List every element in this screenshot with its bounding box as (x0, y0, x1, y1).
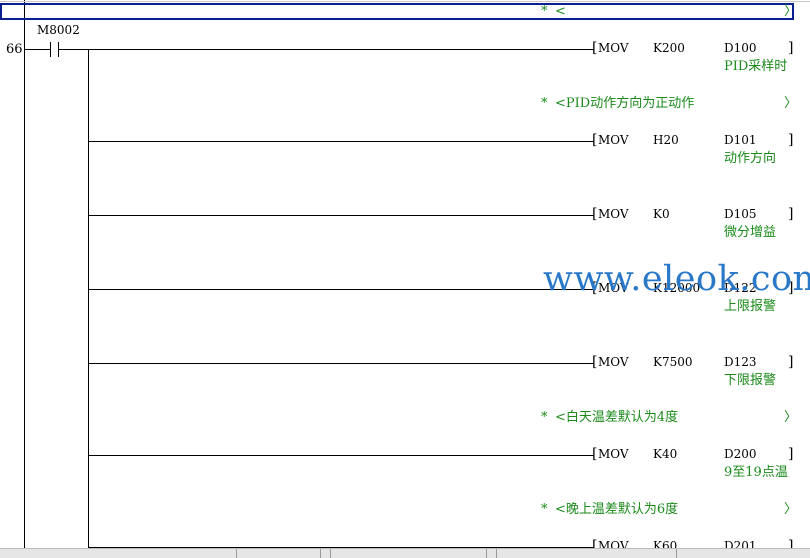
rung-comment-text: <白天温差默认为4度 (555, 410, 679, 425)
instruction-open-bracket: [ (592, 446, 598, 462)
instruction-dest: D200 (724, 447, 757, 461)
instruction-dest: D101 (724, 133, 757, 147)
contact-label: M8002 (37, 23, 80, 37)
contact-to-branch-wire (58, 49, 88, 50)
watermark: www.eleok.com (543, 259, 810, 299)
rung-comment-arrow-icon: 〉 (784, 410, 798, 425)
rung-comment-text: <晚上温差默认为6度 (555, 502, 679, 517)
instruction-op[interactable]: MOV (598, 133, 629, 148)
instruction-dest: D100 (724, 41, 757, 55)
instruction-source: K40 (653, 447, 678, 461)
rung-comment-arrow-icon: 〉 (784, 502, 798, 517)
top-comment-text: < (555, 4, 566, 19)
instruction-op[interactable]: MOV (598, 41, 629, 56)
rung-wire (88, 363, 594, 364)
rail-to-contact-wire (24, 49, 50, 50)
rung-comment-prefix: * (541, 410, 548, 425)
device-comment: 微分增益 (724, 225, 777, 240)
instruction-open-bracket: [ (592, 354, 598, 370)
instruction-dest: D105 (724, 207, 757, 221)
instruction-open-bracket: [ (592, 206, 598, 222)
rung-wire (88, 49, 594, 50)
instruction-dest: D123 (724, 355, 757, 369)
rung-comment-text: <PID动作方向为正动作 (555, 96, 695, 111)
instruction-op[interactable]: MOV (598, 355, 629, 370)
branch-vertical-line (88, 49, 89, 548)
top-comment-arrow-icon: 〉 (784, 4, 798, 19)
instruction-open-bracket: [ (592, 40, 598, 56)
instruction-close-bracket: ] (788, 206, 794, 222)
device-comment: 9至19点温 (724, 465, 788, 480)
top-comment-prefix: * (541, 4, 548, 19)
instruction-close-bracket: ] (788, 354, 794, 370)
device-comment: 动作方向 (724, 151, 777, 166)
contact-left-bar[interactable] (50, 42, 51, 57)
instruction-close-bracket: ] (788, 132, 794, 148)
selected-comment-row[interactable] (0, 3, 794, 20)
device-comment: 上限报警 (724, 299, 777, 314)
top-border-line (0, 1, 810, 2)
rung-wire (88, 215, 594, 216)
rung-comment-prefix: * (541, 96, 548, 111)
instruction-close-bracket: ] (788, 40, 794, 56)
instruction-source: H20 (653, 133, 679, 147)
device-comment: 下限报警 (724, 373, 777, 388)
left-power-rail (24, 0, 25, 548)
instruction-source: K0 (653, 207, 670, 221)
instruction-op[interactable]: MOV (598, 207, 629, 222)
rung-wire (88, 141, 594, 142)
instruction-op[interactable]: MOV (598, 447, 629, 462)
rung-comment-arrow-icon: 〉 (784, 96, 798, 111)
rung-wire (88, 455, 594, 456)
rung-wire (88, 289, 594, 290)
step-number: 66 (6, 42, 23, 57)
device-comment: PID采样时 (724, 59, 788, 74)
instruction-close-bracket: ] (788, 446, 794, 462)
instruction-source: K200 (653, 41, 685, 55)
instruction-open-bracket: [ (592, 132, 598, 148)
rung-comment-prefix: * (541, 502, 548, 517)
instruction-source: K7500 (653, 355, 693, 369)
